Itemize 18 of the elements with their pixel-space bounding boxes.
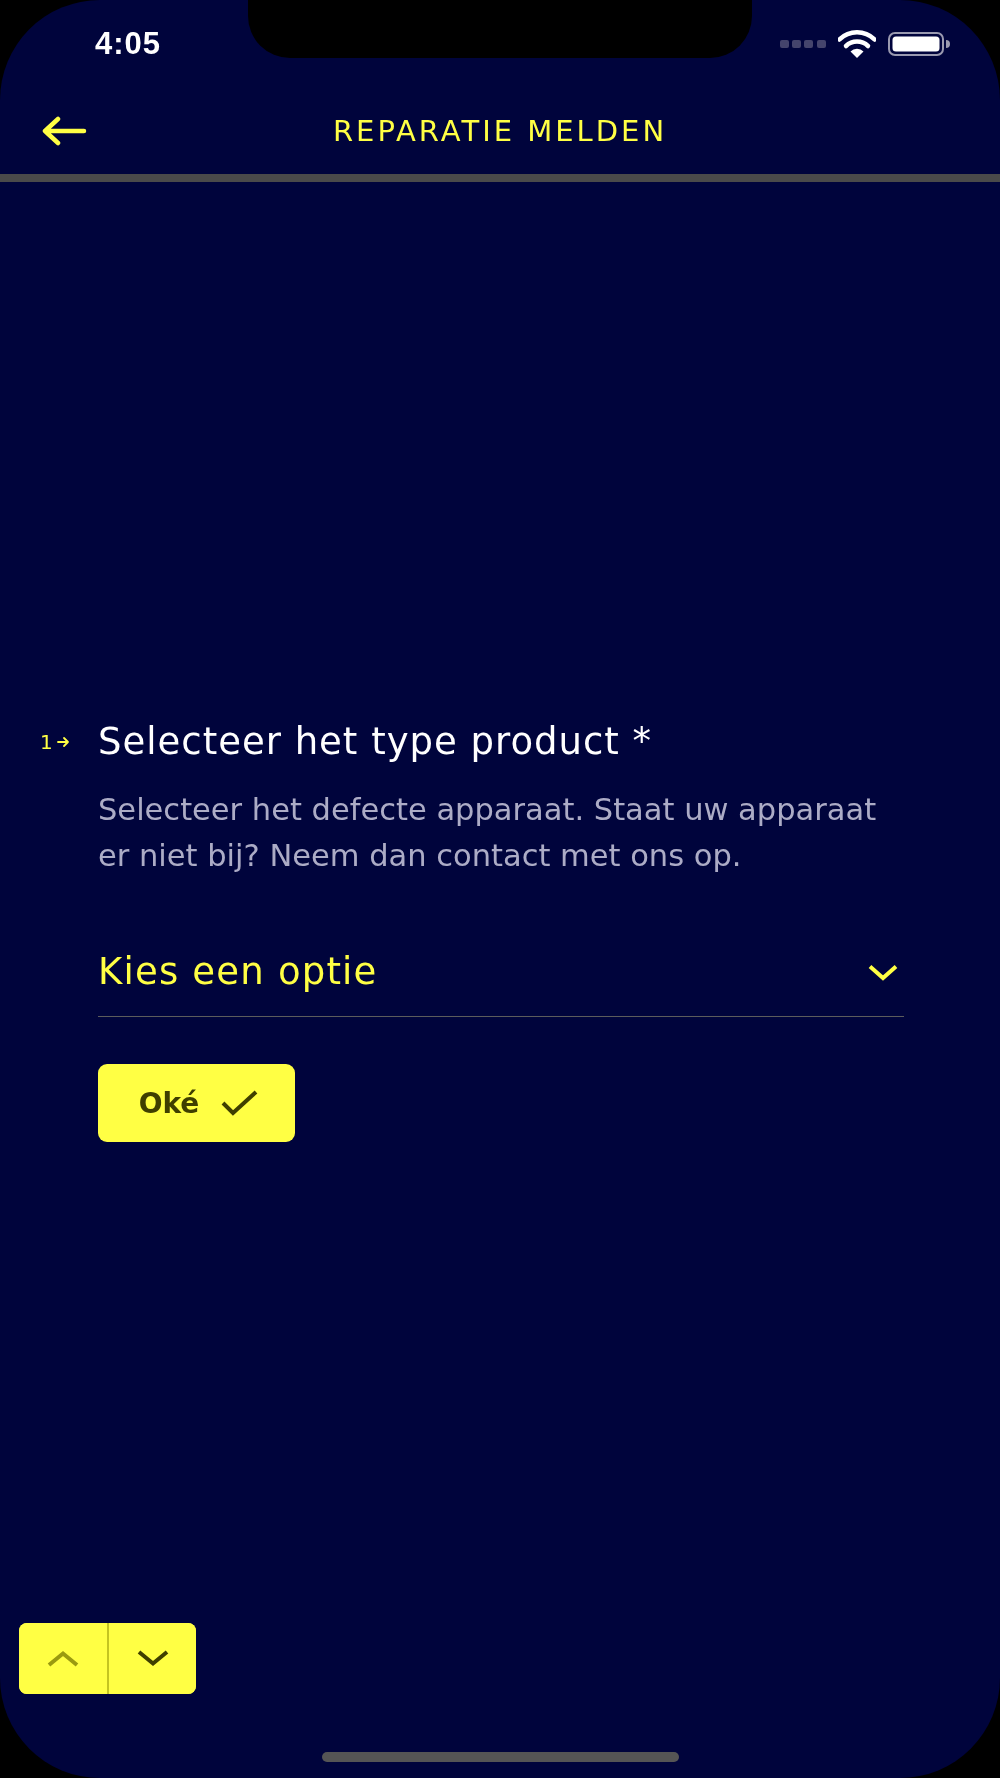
back-arrow-icon bbox=[40, 116, 88, 146]
question-description: Selecteer het defecte apparaat. Staat uw apparaat er niet bij? Neem dan contact met ons op. bbox=[98, 791, 878, 875]
battery-icon bbox=[888, 32, 950, 56]
option-dropdown[interactable]: Kies een optie bbox=[98, 939, 904, 1017]
arrow-right-icon bbox=[56, 736, 70, 748]
chevron-up-icon bbox=[47, 1650, 79, 1667]
question-title: Selecteer het type product * bbox=[98, 719, 653, 765]
checkmark-icon bbox=[221, 1090, 259, 1116]
signal-icon bbox=[780, 40, 826, 48]
page-title: REPARATIE MELDEN bbox=[332, 114, 668, 148]
question-number: 1 bbox=[40, 730, 53, 754]
wifi-icon bbox=[838, 30, 876, 58]
back-button[interactable] bbox=[40, 116, 88, 146]
chevron-down-icon bbox=[136, 1650, 169, 1667]
next-button[interactable] bbox=[107, 1623, 196, 1694]
status-time: 4:05 bbox=[95, 26, 162, 62]
chevron-down-icon bbox=[868, 963, 898, 981]
ok-button[interactable]: Oké bbox=[98, 1064, 295, 1142]
